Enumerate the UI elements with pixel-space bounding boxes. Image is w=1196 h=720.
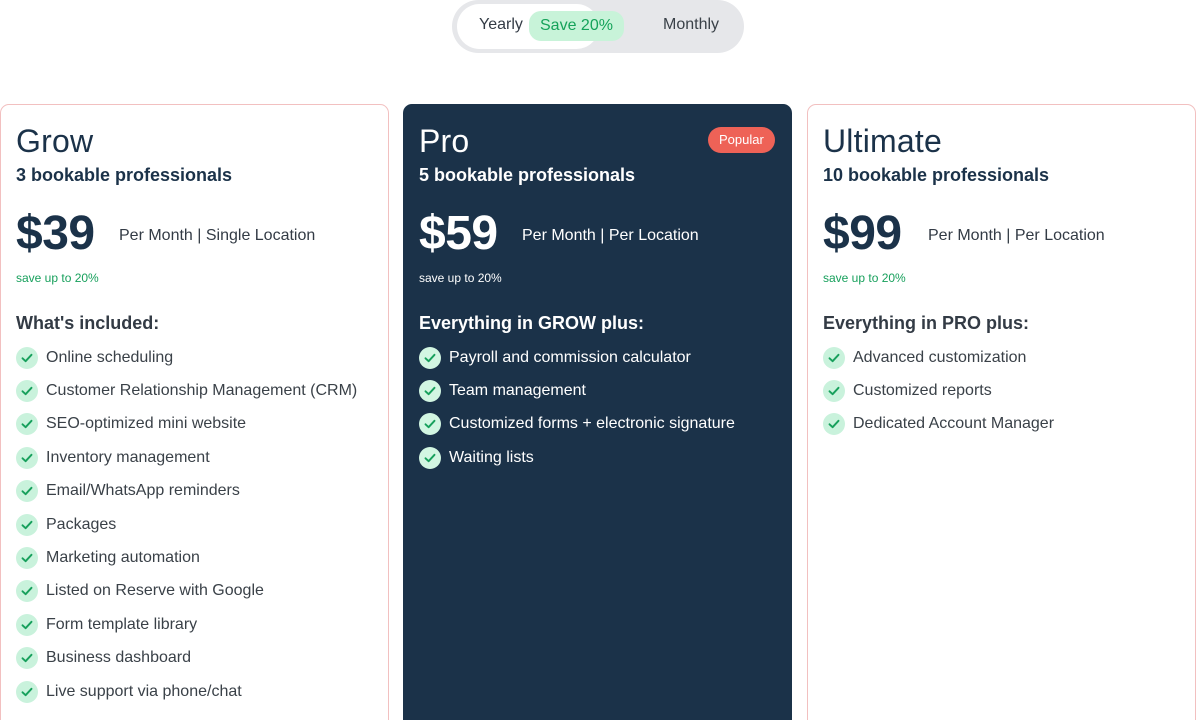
feature-item: Customized forms + electronic signature (419, 408, 735, 441)
plan-name: Pro (419, 123, 470, 159)
feature-item: Packages (16, 508, 357, 541)
check-icon (16, 346, 38, 369)
feature-item: Customized reports (823, 374, 1054, 407)
feature-label: Marketing automation (46, 549, 200, 567)
toggle-monthly-option[interactable]: Monthly (663, 16, 719, 34)
feature-list: Advanced customization Customized reports… (823, 341, 1054, 441)
check-icon (419, 380, 441, 403)
feature-item: Live support via phone/chat (16, 675, 357, 708)
feature-list: Payroll and commission calculator Team ma… (419, 341, 735, 475)
check-icon (16, 547, 38, 570)
save-note: save up to 20% (419, 271, 502, 285)
feature-label: Payroll and commission calculator (449, 348, 691, 366)
plan-name: Ultimate (823, 123, 942, 159)
feature-label: SEO-optimized mini website (46, 415, 247, 433)
feature-item: Advanced customization (823, 341, 1054, 374)
feature-label: Online scheduling (46, 348, 174, 366)
feature-item: Dedicated Account Manager (823, 408, 1054, 441)
feature-item: Inventory management (16, 441, 357, 474)
popular-badge: Popular (708, 127, 775, 153)
feature-label: Waiting lists (449, 448, 534, 466)
feature-item: Payroll and commission calculator (419, 341, 735, 374)
feature-item: Customer Relationship Management (CRM) (16, 374, 357, 407)
feature-label: Customized forms + electronic signature (449, 415, 735, 433)
feature-item: Marketing automation (16, 541, 357, 574)
included-heading: Everything in PRO plus: (823, 313, 1030, 333)
feature-item: Team management (419, 374, 735, 407)
check-icon (16, 647, 38, 670)
feature-label: Packages (46, 515, 117, 533)
plan-subtitle: 5 bookable professionals (419, 165, 636, 185)
feature-label: Team management (449, 382, 586, 400)
check-icon (16, 680, 38, 703)
feature-label: Form template library (46, 615, 198, 633)
toggle-yearly-option[interactable]: Yearly (479, 16, 523, 34)
plan-card-ultimate: Ultimate 10 bookable professionals $99 P… (807, 104, 1196, 720)
feature-label: Email/WhatsApp reminders (46, 482, 240, 500)
check-icon (16, 513, 38, 536)
feature-label: Business dashboard (46, 649, 191, 667)
check-icon (16, 480, 38, 503)
feature-label: Live support via phone/chat (46, 682, 242, 700)
price-note: Per Month | Per Location (522, 227, 699, 244)
price-note: Per Month | Single Location (119, 227, 316, 244)
plan-price: $99 (823, 207, 902, 260)
feature-item: SEO-optimized mini website (16, 408, 357, 441)
feature-label: Inventory management (46, 448, 210, 466)
feature-item: Online scheduling (16, 341, 357, 374)
feature-label: Customized reports (853, 382, 992, 400)
included-heading: Everything in GROW plus: (419, 313, 645, 333)
billing-toggle[interactable]: Yearly Save 20% Monthly (452, 0, 744, 53)
save-badge[interactable]: Save 20% (529, 11, 624, 41)
check-icon (16, 613, 38, 636)
plan-price: $59 (419, 207, 498, 260)
feature-label: Advanced customization (853, 348, 1027, 366)
check-icon (419, 346, 441, 369)
included-heading: What's included: (16, 313, 160, 333)
feature-item: Business dashboard (16, 642, 357, 675)
check-icon (823, 380, 845, 403)
price-note: Per Month | Per Location (928, 227, 1105, 244)
feature-list: Online scheduling Customer Relationship M… (16, 341, 357, 708)
check-icon (823, 413, 845, 436)
plan-card-grow: Grow 3 bookable professionals $39 Per Mo… (0, 104, 389, 720)
check-icon (419, 413, 441, 436)
feature-item: Form template library (16, 608, 357, 641)
save-note: save up to 20% (823, 271, 906, 285)
check-icon (16, 446, 38, 469)
feature-item: Listed on Reserve with Google (16, 575, 357, 608)
plan-name: Grow (16, 123, 94, 159)
feature-label: Dedicated Account Manager (853, 415, 1055, 433)
feature-item: Waiting lists (419, 441, 735, 474)
check-icon (419, 446, 441, 469)
feature-label: Listed on Reserve with Google (46, 582, 264, 600)
check-icon (16, 380, 38, 403)
feature-item: Email/WhatsApp reminders (16, 475, 357, 508)
plan-card-pro: Pro Popular 5 bookable professionals $59… (403, 104, 792, 720)
check-icon (823, 346, 845, 369)
plan-price: $39 (16, 207, 95, 260)
save-note: save up to 20% (16, 271, 99, 285)
plan-subtitle: 3 bookable professionals (16, 165, 233, 185)
feature-label: Customer Relationship Management (CRM) (46, 382, 358, 400)
plan-subtitle: 10 bookable professionals (823, 165, 1050, 185)
check-icon (16, 413, 38, 436)
check-icon (16, 580, 38, 603)
